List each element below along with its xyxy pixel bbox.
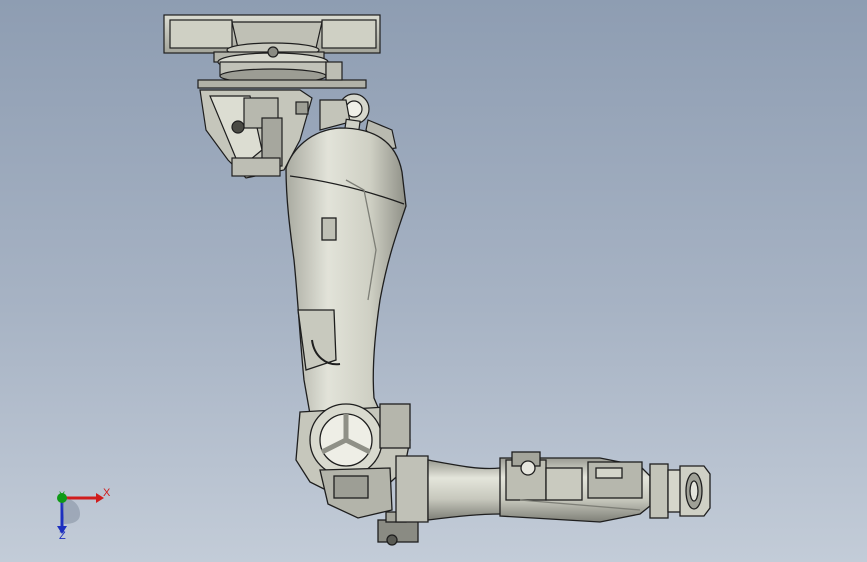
robot-arm-model[interactable] xyxy=(0,0,867,562)
robot-base[interactable] xyxy=(163,14,381,89)
3d-viewport[interactable]: X Y Z xyxy=(0,0,867,562)
robot-upper-arm[interactable] xyxy=(285,127,407,415)
robot-forearm[interactable] xyxy=(395,451,651,523)
x-axis-label: X xyxy=(103,487,111,499)
axis-triad: X Y Z xyxy=(40,478,120,548)
y-axis-label: Y xyxy=(59,490,66,500)
robot-wrist[interactable] xyxy=(649,463,711,519)
z-axis-label: Z xyxy=(59,530,66,542)
